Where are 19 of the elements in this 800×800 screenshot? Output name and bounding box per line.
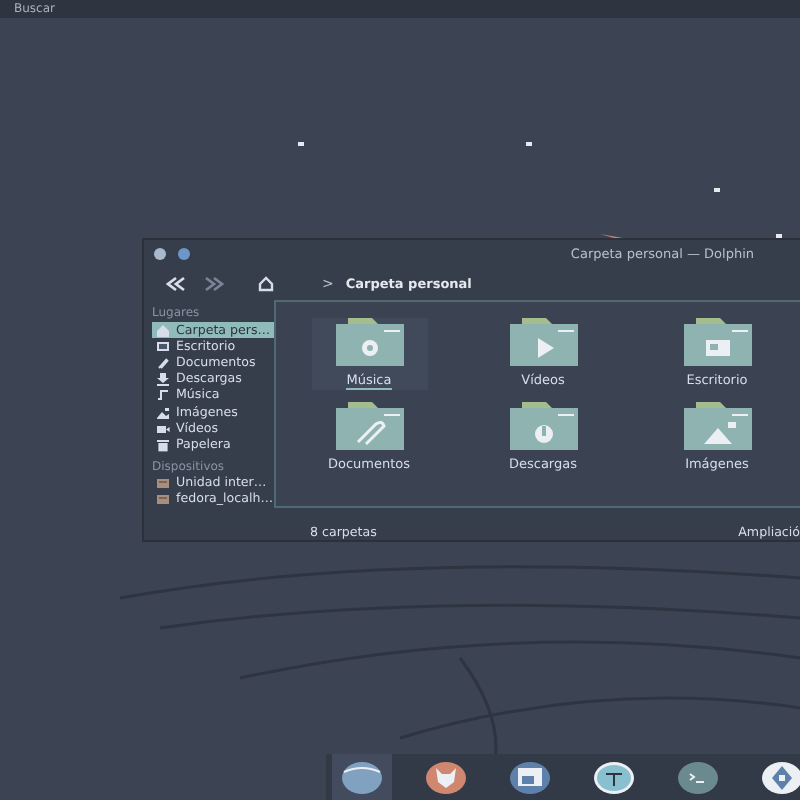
desktop-icon: [156, 339, 170, 354]
fox-icon: [426, 759, 466, 795]
desktop-folder-icon: [683, 318, 751, 366]
terminal-icon: [678, 759, 718, 795]
music-folder-icon: [335, 318, 403, 366]
home-icon: [258, 275, 274, 291]
folder-app-icon: [342, 759, 382, 795]
video-folder-icon: [509, 318, 577, 366]
forward-icon: [204, 275, 224, 291]
dock-item[interactable]: [332, 754, 392, 800]
downloads-folder-icon: [509, 402, 577, 450]
download-icon: [156, 372, 170, 387]
pictures-folder-icon: [683, 402, 751, 450]
back-icon: [166, 275, 186, 291]
documents-folder-icon: [335, 402, 403, 450]
trash-icon: [156, 437, 170, 452]
home-icon: [156, 323, 170, 338]
diamond-icon: [762, 759, 800, 795]
image-icon: [156, 405, 170, 420]
